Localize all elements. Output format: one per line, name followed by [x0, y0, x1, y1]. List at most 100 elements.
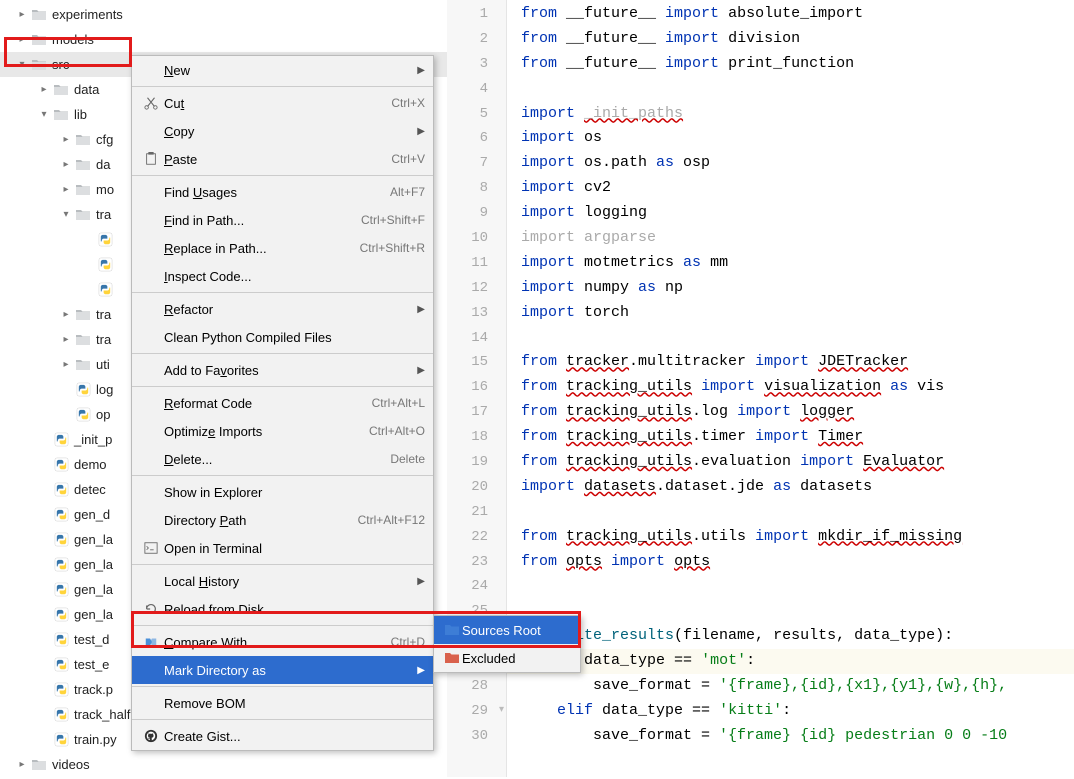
tree-arrow-icon[interactable]	[58, 307, 74, 323]
code-line[interactable]	[507, 599, 1074, 624]
tree-arrow-icon[interactable]	[58, 132, 74, 148]
menu-item-mark-directory-as[interactable]: Mark Directory as▶	[132, 656, 433, 684]
code-line[interactable]: elif data_type == 'kitti':	[507, 699, 1074, 724]
menu-item-replace-in-path-[interactable]: Replace in Path...Ctrl+Shift+R	[132, 234, 433, 262]
code-line[interactable]: import cv2	[507, 176, 1074, 201]
menu-item-label: Reload from Disk	[162, 602, 425, 617]
code-line[interactable]: import motmetrics as mm	[507, 251, 1074, 276]
menu-shortcut: Alt+F7	[390, 185, 425, 199]
menu-item-optimize-imports[interactable]: Optimize ImportsCtrl+Alt+O	[132, 417, 433, 445]
code-line[interactable]: from tracking_utils import visualization…	[507, 375, 1074, 400]
code-line[interactable]: save_format = '{frame},{id},{x1},{y1},{w…	[507, 674, 1074, 699]
menu-item-find-in-path-[interactable]: Find in Path...Ctrl+Shift+F	[132, 206, 433, 234]
menu-item-new[interactable]: New▶	[132, 56, 433, 84]
menu-item-directory-path[interactable]: Directory PathCtrl+Alt+F12	[132, 506, 433, 534]
tree-arrow-icon[interactable]	[14, 57, 30, 73]
tree-arrow-icon[interactable]	[58, 182, 74, 198]
code-line[interactable]: from tracking_utils.log import logger	[507, 400, 1074, 425]
menu-item-compare-with-[interactable]: Compare With...Ctrl+D	[132, 628, 433, 656]
code-line[interactable]: write_results(filename, results, data_ty…	[507, 624, 1074, 649]
menu-item-create-gist-[interactable]: Create Gist...	[132, 722, 433, 750]
tree-arrow-icon[interactable]	[36, 107, 52, 123]
tree-arrow-icon	[36, 557, 52, 573]
code-line[interactable]	[507, 574, 1074, 599]
tree-arrow-icon[interactable]	[14, 7, 30, 23]
code-line[interactable]: from __future__ import absolute_import	[507, 2, 1074, 27]
code-line[interactable]: import logging	[507, 201, 1074, 226]
python-file-icon	[52, 457, 70, 473]
code-editor[interactable]: from __future__ import absolute_importfr…	[507, 0, 1074, 777]
menu-item-find-usages[interactable]: Find UsagesAlt+F7	[132, 178, 433, 206]
tree-folder[interactable]: experiments	[0, 2, 447, 27]
code-line[interactable]: from tracking_utils.utils import mkdir_i…	[507, 525, 1074, 550]
context-menu[interactable]: New▶ CutCtrl+XCopy▶PasteCtrl+V Find Usages…	[131, 55, 434, 751]
menu-item-open-in-terminal[interactable]: Open in Terminal	[132, 534, 433, 562]
code-line[interactable]: import _init_paths	[507, 102, 1074, 127]
code-line[interactable]: from tracking_utils.evaluation import Ev…	[507, 450, 1074, 475]
code-line[interactable]: import os	[507, 126, 1074, 151]
tree-arrow-icon[interactable]	[58, 332, 74, 348]
python-file-icon	[52, 507, 70, 523]
code-line[interactable]: import torch	[507, 301, 1074, 326]
tree-arrow-icon[interactable]	[36, 82, 52, 98]
tree-arrow-icon	[36, 482, 52, 498]
code-line[interactable]: from __future__ import print_function	[507, 52, 1074, 77]
tree-arrow-icon[interactable]	[58, 357, 74, 373]
menu-item-clean-python-compiled-files[interactable]: Clean Python Compiled Files	[132, 323, 433, 351]
menu-item-refactor[interactable]: Refactor▶	[132, 295, 433, 323]
code-line[interactable]: from opts import opts	[507, 550, 1074, 575]
menu-item-label: Mark Directory as	[162, 663, 411, 678]
tree-item-label: tra	[96, 332, 111, 347]
menu-item-label: Refactor	[162, 302, 411, 317]
menu-item-label: Clean Python Compiled Files	[162, 330, 425, 345]
menu-item-label: Find in Path...	[162, 213, 361, 228]
menu-separator	[132, 175, 433, 176]
menu-item-show-in-explorer[interactable]: Show in Explorer	[132, 478, 433, 506]
tree-arrow-icon[interactable]	[58, 207, 74, 223]
tree-item-label: gen_d	[74, 507, 110, 522]
submenu-item-sources-root[interactable]: Sources Root	[434, 616, 580, 644]
menu-item-add-to-favorites[interactable]: Add to Favorites▶	[132, 356, 433, 384]
menu-item-paste[interactable]: PasteCtrl+V	[132, 145, 433, 173]
menu-item-local-history[interactable]: Local History▶	[132, 567, 433, 595]
line-number: 17	[447, 400, 506, 425]
clipboard-icon	[140, 152, 162, 166]
submenu-arrow-icon: ▶	[411, 65, 425, 76]
tree-item-label: demo	[74, 457, 107, 472]
tree-arrow-icon[interactable]	[14, 757, 30, 773]
line-number: 9	[447, 201, 506, 226]
code-line[interactable]: from tracking_utils.timer import Timer	[507, 425, 1074, 450]
menu-item-label: Create Gist...	[162, 729, 425, 744]
menu-item-inspect-code-[interactable]: Inspect Code...	[132, 262, 433, 290]
menu-item-remove-bom[interactable]: Remove BOM	[132, 689, 433, 717]
tree-folder[interactable]: models	[0, 27, 447, 52]
code-line[interactable]	[507, 77, 1074, 102]
tree-arrow-icon[interactable]	[58, 157, 74, 173]
code-line[interactable]: from __future__ import division	[507, 27, 1074, 52]
code-line[interactable]: if data_type == 'mot':	[507, 649, 1074, 674]
menu-item-cut[interactable]: CutCtrl+X	[132, 89, 433, 117]
menu-item-delete-[interactable]: Delete...Delete	[132, 445, 433, 473]
menu-item-copy[interactable]: Copy▶	[132, 117, 433, 145]
code-line[interactable]: import argparse	[507, 226, 1074, 251]
code-line[interactable]: import numpy as np	[507, 276, 1074, 301]
menu-shortcut: Ctrl+Alt+L	[372, 396, 425, 410]
code-line[interactable]	[507, 500, 1074, 525]
tree-item-label: tra	[96, 207, 111, 222]
menu-item-reformat-code[interactable]: Reformat CodeCtrl+Alt+L	[132, 389, 433, 417]
submenu-item-label: Sources Root	[462, 623, 541, 638]
submenu-mark-directory[interactable]: Sources Root Excluded	[433, 615, 581, 673]
submenu-item-excluded[interactable]: Excluded	[434, 644, 580, 672]
tree-item-label: track.p	[74, 682, 113, 697]
tree-arrow-icon	[36, 582, 52, 598]
code-line[interactable]: import datasets.dataset.jde as datasets	[507, 475, 1074, 500]
code-line[interactable]: save_format = '{frame} {id} pedestrian 0…	[507, 724, 1074, 749]
tree-arrow-icon[interactable]	[14, 32, 30, 48]
code-line[interactable]: from tracker.multitracker import JDETrac…	[507, 350, 1074, 375]
menu-item-reload-from-disk[interactable]: Reload from Disk	[132, 595, 433, 623]
tree-arrow-icon	[36, 532, 52, 548]
tree-folder[interactable]: videos	[0, 752, 447, 777]
line-number: 20	[447, 475, 506, 500]
code-line[interactable]: import os.path as osp	[507, 151, 1074, 176]
code-line[interactable]	[507, 326, 1074, 351]
